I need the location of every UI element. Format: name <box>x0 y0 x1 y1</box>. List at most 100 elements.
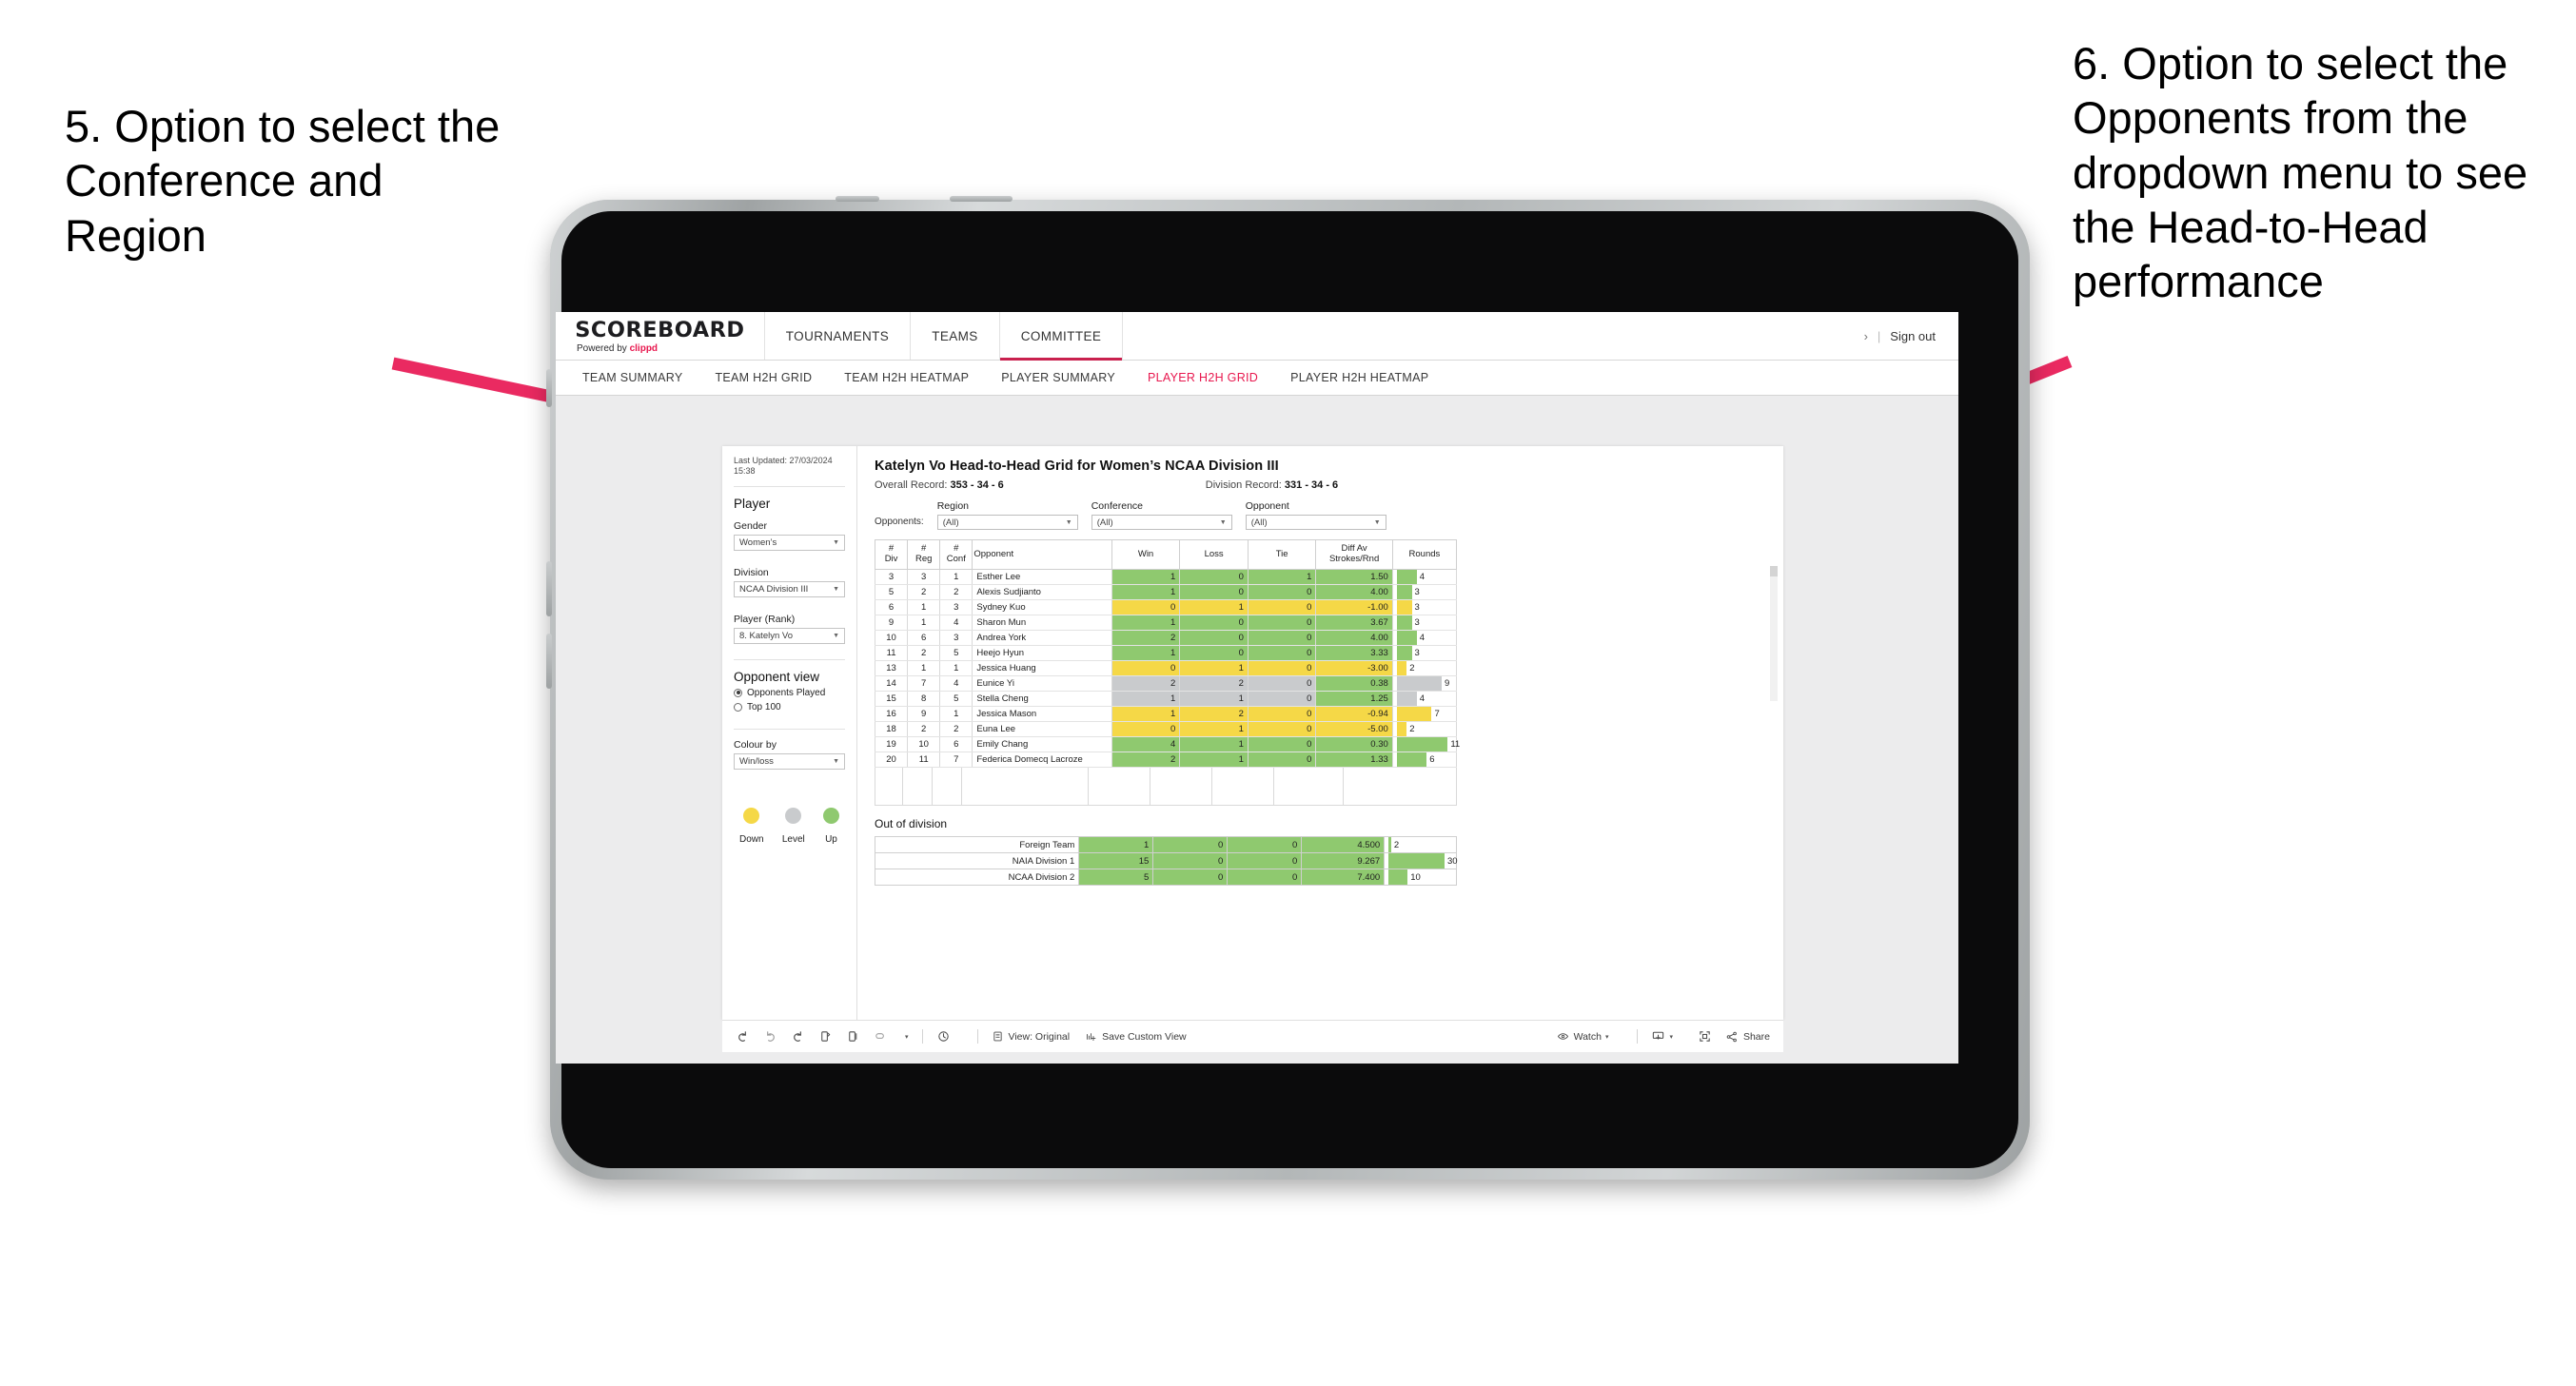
opponent-select[interactable]: (All) ▼ <box>1245 515 1386 530</box>
cell-diff: 0.38 <box>1315 675 1393 692</box>
table-row[interactable]: 11 2 5 Heejo Hyun 1 0 0 3.33 3 <box>874 645 1458 661</box>
tab-team-h2h-grid[interactable]: TEAM H2H GRID <box>715 371 812 384</box>
table-scrollbar-thumb[interactable] <box>1770 566 1778 576</box>
pause-auto-update-icon[interactable] <box>936 1029 951 1044</box>
cell-reg: 6 <box>907 630 941 646</box>
tab-player-summary[interactable]: PLAYER SUMMARY <box>1001 371 1115 384</box>
player-rank-select[interactable]: 8. Katelyn Vo ▼ <box>734 627 845 644</box>
watch-button[interactable]: Watch ▾ <box>1557 1030 1609 1043</box>
cell-div: 15 <box>874 691 909 707</box>
table-row[interactable]: 20 11 7 Federica Domecq Lacroze 2 1 0 1.33 6 <box>874 752 1458 768</box>
table-row[interactable]: 16 9 1 Jessica Mason 1 2 0 -0.94 7 <box>874 706 1458 722</box>
out-of-division-row[interactable]: NCAA Division 2 5 0 0 7.400 10 <box>874 869 1457 886</box>
fullscreen-icon[interactable] <box>1698 1029 1712 1044</box>
region-select[interactable]: (All) ▼ <box>936 515 1078 530</box>
brand-logo[interactable]: SCOREBOARD Powered by clippd <box>556 312 765 360</box>
save-custom-view-button[interactable]: Save Custom View <box>1085 1030 1187 1043</box>
table-row[interactable]: 13 1 1 Jessica Huang 0 1 0 -3.00 2 <box>874 660 1458 676</box>
highlight-icon[interactable] <box>874 1029 888 1044</box>
table-row[interactable]: 10 6 3 Andrea York 2 0 0 4.00 4 <box>874 630 1458 646</box>
cell-div: 10 <box>874 630 909 646</box>
nav-item-tournaments[interactable]: TOURNAMENTS <box>765 312 912 360</box>
undo-icon[interactable] <box>736 1029 750 1044</box>
chevron-down-icon[interactable]: ▾ <box>1605 1033 1609 1041</box>
gender-select[interactable]: Women’s ▼ <box>734 534 845 551</box>
out-of-division-row[interactable]: Foreign Team 1 0 0 4.500 2 <box>874 836 1457 853</box>
volume-up-button[interactable] <box>546 561 552 616</box>
tab-team-summary[interactable]: TEAM SUMMARY <box>582 371 682 384</box>
nav-item-teams[interactable]: TEAMS <box>911 312 1000 360</box>
pause-updates-icon[interactable] <box>846 1029 860 1044</box>
col-rounds[interactable]: Rounds <box>1391 539 1458 570</box>
save-custom-view-label: Save Custom View <box>1102 1030 1187 1043</box>
conference-select[interactable]: (All) ▼ <box>1091 515 1232 530</box>
workspace: Last Updated: 27/03/2024 15:38 Player Ge… <box>556 396 1958 1064</box>
download-button[interactable]: ▾ <box>1651 1029 1673 1044</box>
colour-by-select[interactable]: Win/loss ▼ <box>734 752 845 770</box>
rounds-bar: 2 <box>1388 837 1452 852</box>
nav-divider: | <box>1877 328 1881 343</box>
cell-rounds: 4 <box>1391 569 1458 585</box>
table-body: 3 3 1 Esther Lee 1 0 1 1.50 4 5 2 2 Alexis Sudjianto… <box>874 569 1460 768</box>
chevron-down-icon[interactable]: ▾ <box>1669 1033 1673 1041</box>
col-win[interactable]: Win <box>1111 539 1181 570</box>
chevron-right-icon[interactable]: › <box>1864 329 1868 343</box>
col-div[interactable]: # Div <box>874 539 909 570</box>
col-conf[interactable]: # Conf <box>939 539 973 570</box>
toolbar-divider <box>1637 1029 1639 1044</box>
col-diff-av-strokes[interactable]: Diff Av Strokes/Rnd <box>1315 539 1393 570</box>
volume-down-button[interactable] <box>546 634 552 689</box>
opponents-filter-label: Opponents: <box>875 517 924 527</box>
table-row[interactable]: 15 8 5 Stella Cheng 1 1 0 1.25 4 <box>874 691 1458 707</box>
chevron-down-icon[interactable]: ▾ <box>905 1033 909 1041</box>
division-record-value: 331 - 34 - 6 <box>1284 479 1339 491</box>
col-opponent[interactable]: Opponent <box>972 539 1112 570</box>
cell-win: 1 <box>1111 584 1181 600</box>
refresh-data-icon[interactable] <box>818 1029 833 1044</box>
col-reg[interactable]: # Reg <box>907 539 941 570</box>
table-row[interactable]: 5 2 2 Alexis Sudjianto 1 0 0 4.00 3 <box>874 584 1458 600</box>
table-row[interactable]: 19 10 6 Emily Chang 4 1 0 0.30 11 <box>874 736 1460 752</box>
view-original-button[interactable]: View: Original <box>992 1030 1070 1043</box>
rounds-bar: 3 <box>1396 615 1452 630</box>
region-filter-label: Region <box>936 500 969 512</box>
table-row[interactable]: 9 1 4 Sharon Mun 1 0 0 3.67 3 <box>874 615 1458 631</box>
sign-out-link[interactable]: Sign out <box>1890 329 1936 343</box>
division-value: NCAA Division III <box>739 583 809 595</box>
tab-team-h2h-heatmap[interactable]: TEAM H2H HEATMAP <box>844 371 969 384</box>
cell-reg: 11 <box>907 752 941 768</box>
cell-reg: 9 <box>907 706 941 722</box>
table-row[interactable]: 6 1 3 Sydney Kuo 0 1 0 -1.00 3 <box>874 599 1458 615</box>
revert-icon[interactable] <box>791 1029 805 1044</box>
radio-top-100[interactable]: Top 100 <box>734 702 845 713</box>
table-scrollbar-track[interactable] <box>1770 566 1778 701</box>
table-row[interactable]: 3 3 1 Esther Lee 1 0 1 1.50 4 <box>874 569 1458 585</box>
power-button[interactable] <box>546 369 552 407</box>
cell-opponent: Euna Lee <box>972 721 1112 737</box>
cell-div: 3 <box>874 569 909 585</box>
tab-player-h2h-heatmap[interactable]: PLAYER H2H HEATMAP <box>1290 371 1428 384</box>
cell-diff: 1.50 <box>1315 569 1393 585</box>
cell-conf: 2 <box>939 721 973 737</box>
rounds-value: 2 <box>1393 839 1400 850</box>
out-of-division-row[interactable]: NAIA Division 1 15 0 0 9.267 30 <box>874 852 1458 869</box>
share-button[interactable]: Share <box>1725 1030 1770 1044</box>
overall-record-value: 353 - 34 - 6 <box>950 479 1004 491</box>
cell-div: 9 <box>874 615 909 631</box>
table-row[interactable]: 14 7 4 Eunice Yi 2 2 0 0.38 9 <box>874 675 1458 692</box>
table-row[interactable]: 18 2 2 Euna Lee 0 1 0 -5.00 2 <box>874 721 1458 737</box>
nav-item-committee[interactable]: COMMITTEE <box>999 312 1124 361</box>
division-select[interactable]: NCAA Division III ▼ <box>734 580 845 597</box>
cell-tie: 0 <box>1247 721 1317 737</box>
colour-by-value: Win/loss <box>739 755 774 767</box>
out-of-division-body: Foreign Team 1 0 0 4.500 2 NAIA Division 1 15 0 0… <box>874 836 1458 886</box>
cell-opponent: Sydney Kuo <box>972 599 1112 615</box>
tab-player-h2h-grid[interactable]: PLAYER H2H GRID <box>1148 371 1258 384</box>
redo-icon[interactable] <box>763 1029 777 1044</box>
col-tie[interactable]: Tie <box>1247 539 1317 570</box>
col-loss[interactable]: Loss <box>1179 539 1249 570</box>
cell-tie: 0 <box>1227 836 1303 853</box>
radio-opponents-played[interactable]: Opponents Played <box>734 688 845 698</box>
gender-label: Gender <box>734 519 768 532</box>
tablet-screen: SCOREBOARD Powered by clippd TOURNAMENTS… <box>556 312 1958 1064</box>
